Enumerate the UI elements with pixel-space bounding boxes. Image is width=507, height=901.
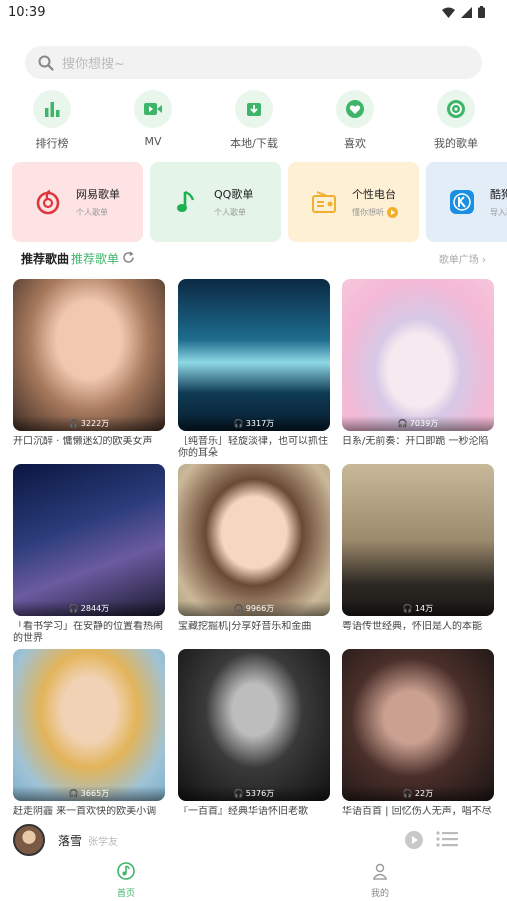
search-icon	[38, 55, 54, 71]
nav-home[interactable]: 首页	[96, 862, 156, 899]
playlist-square-link[interactable]: 歌单广场 ›	[439, 251, 486, 266]
tab-recommended-songs[interactable]: 推荐歌曲	[21, 250, 69, 267]
music-disc-icon	[117, 862, 135, 880]
status-time: 10:39	[8, 4, 46, 20]
playlist-cover: 🎧 7039万	[342, 279, 494, 431]
quick-download[interactable]: 本地/下载	[214, 90, 294, 151]
card-radio[interactable]: 个性电台 懂你想听	[288, 162, 419, 242]
quick-nav: 排行榜 MV 本地/下载 喜欢 我的歌单	[0, 90, 507, 152]
playlist-cover: 🎧 22万	[342, 649, 494, 801]
headphone-icon: 🎧	[233, 419, 244, 428]
download-icon	[247, 103, 261, 116]
headphone-icon: 🎧	[402, 604, 413, 613]
tab-recommended-playlists[interactable]: 推荐歌单	[71, 250, 119, 267]
quick-favorites[interactable]: 喜欢	[315, 90, 395, 151]
recommend-header: 推荐歌曲 推荐歌单 歌单广场 ›	[0, 248, 507, 268]
now-playing-title: 落雪	[58, 834, 83, 848]
playlist-cover: 🎧 3222万	[13, 279, 165, 431]
now-playing-artist: 张学友	[88, 837, 118, 848]
playlist-card[interactable]: 🎧 2844万 「看书学习」在安静的位置看热闹的世界	[13, 464, 165, 645]
playlist-card[interactable]: 🎧 3222万 开口沉醉 · 慵懒迷幻的欧美女声	[13, 279, 165, 448]
playlist-card[interactable]: 🎧 14万 粤语传世经典，怀旧是人的本能	[342, 464, 494, 633]
quick-my-playlists[interactable]: 我的歌单	[416, 90, 496, 151]
playlist-cover: 🎧 3665万	[13, 649, 165, 801]
playlist-card[interactable]: 🎧 7039万 日系/无前奏：开口即跪 一秒沦陷	[342, 279, 494, 448]
search-placeholder: 搜你想搜~	[62, 57, 125, 72]
playlist-card[interactable]: 🎧 3317万 ［纯音乐］轻旋淡律，也可以抓住你的耳朵	[178, 279, 330, 460]
user-icon	[373, 863, 387, 880]
playlist-card[interactable]: 🎧 5376万 『一百首』经典华语怀旧老歌	[178, 649, 330, 818]
playlist-card[interactable]: 🎧 22万 华语百首 | 回忆伤人无声，唱不尽	[342, 649, 494, 818]
playlist-cover: 🎧 14万	[342, 464, 494, 616]
quick-mv[interactable]: MV	[113, 90, 193, 148]
headphone-icon: 🎧	[233, 604, 244, 613]
playlist-icon	[447, 100, 465, 118]
battery-icon	[478, 6, 485, 18]
mini-player[interactable]: 落雪 张学友	[0, 822, 507, 858]
playlist-cover: 🎧 9966万	[178, 464, 330, 616]
playlist-cover: 🎧 2844万	[13, 464, 165, 616]
headphone-icon: 🎧	[68, 789, 79, 798]
status-bar: 10:39	[0, 0, 507, 24]
playlist-queue-icon[interactable]	[436, 830, 458, 848]
radio-play-icon	[387, 207, 398, 218]
quick-rank[interactable]: 排行榜	[12, 90, 92, 151]
qq-music-icon	[177, 190, 195, 212]
kugou-icon	[450, 190, 474, 214]
now-playing-cover[interactable]	[13, 824, 45, 856]
card-qq[interactable]: QQ歌单 个人歌单	[150, 162, 281, 242]
playlist-card[interactable]: 🎧 3665万 赶走阴霾 来一首欢快的欧美小调	[13, 649, 165, 818]
playlist-card[interactable]: 🎧 9966万 宝藏挖掘机|分享好音乐和金曲	[178, 464, 330, 633]
bottom-nav: 首页 我的	[0, 858, 507, 901]
refresh-icon[interactable]	[122, 251, 135, 264]
heart-icon	[346, 100, 364, 118]
headphone-icon: 🎧	[68, 419, 79, 428]
headphone-icon: 🎧	[233, 789, 244, 798]
video-icon	[144, 103, 162, 115]
signal-icon	[461, 6, 472, 18]
search-bar[interactable]: 搜你想搜~	[25, 46, 482, 79]
bar-chart-icon	[45, 102, 60, 117]
card-netease[interactable]: 网易歌单 个人歌单	[12, 162, 143, 242]
wifi-icon	[442, 7, 455, 18]
nav-mine[interactable]: 我的	[350, 862, 410, 899]
radio-icon	[312, 191, 336, 213]
headphone-icon: 🎧	[68, 604, 79, 613]
card-kugou[interactable]: 酷狗歌单导入歌单	[426, 162, 507, 242]
playlist-cover: 🎧 3317万	[178, 279, 330, 431]
headphone-icon: 🎧	[402, 789, 413, 798]
play-icon[interactable]	[404, 830, 424, 850]
netease-icon	[36, 189, 60, 215]
headphone-icon: 🎧	[397, 419, 408, 428]
playlist-cover: 🎧 5376万	[178, 649, 330, 801]
playlist-sources: 网易歌单个人歌单 QQ歌单个人歌单 个性电台懂你想听 酷狗歌单导入歌单	[12, 162, 507, 242]
